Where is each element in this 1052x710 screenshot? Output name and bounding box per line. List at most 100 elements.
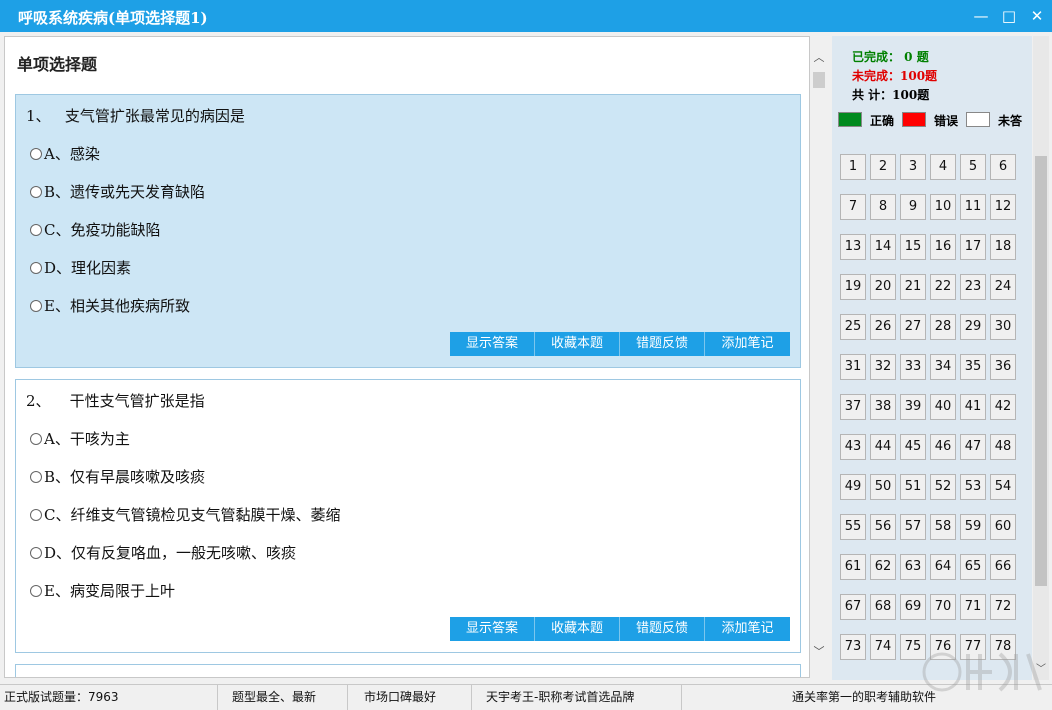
- radio-icon[interactable]: [30, 148, 42, 160]
- question-number-button[interactable]: 19: [840, 274, 866, 300]
- scroll-thumb[interactable]: [813, 72, 825, 88]
- question-number-button[interactable]: 53: [960, 474, 986, 500]
- question-number-button[interactable]: 70: [930, 594, 956, 620]
- favorite-button[interactable]: 收藏本题: [535, 332, 620, 356]
- question-number-button[interactable]: 14: [870, 234, 896, 260]
- maximize-button[interactable]: □: [996, 4, 1022, 28]
- add-note-button[interactable]: 添加笔记: [705, 332, 790, 356]
- close-button[interactable]: ✕: [1024, 4, 1050, 28]
- add-note-button[interactable]: 添加笔记: [705, 617, 790, 641]
- option-e[interactable]: E、相关其他疾病所致: [30, 295, 190, 316]
- question-number-button[interactable]: 18: [990, 234, 1016, 260]
- question-number-button[interactable]: 42: [990, 394, 1016, 420]
- question-number-button[interactable]: 57: [900, 514, 926, 540]
- question-number-button[interactable]: 25: [840, 314, 866, 340]
- option-b[interactable]: B、遗传或先天发育缺陷: [30, 181, 205, 202]
- question-number-button[interactable]: 6: [990, 154, 1016, 180]
- question-number-button[interactable]: 52: [930, 474, 956, 500]
- question-number-button[interactable]: 34: [930, 354, 956, 380]
- question-number-button[interactable]: 1: [840, 154, 866, 180]
- question-number-button[interactable]: 62: [870, 554, 896, 580]
- sidebar-scrollbar[interactable]: ﹀: [1033, 36, 1049, 680]
- question-number-button[interactable]: 45: [900, 434, 926, 460]
- question-number-button[interactable]: 71: [960, 594, 986, 620]
- question-number-button[interactable]: 55: [840, 514, 866, 540]
- question-number-button[interactable]: 4: [930, 154, 956, 180]
- radio-icon[interactable]: [30, 547, 42, 559]
- radio-icon[interactable]: [30, 262, 42, 274]
- report-error-button[interactable]: 错题反馈: [620, 617, 705, 641]
- radio-icon[interactable]: [30, 186, 42, 198]
- radio-icon[interactable]: [30, 300, 42, 312]
- question-number-button[interactable]: 2: [870, 154, 896, 180]
- question-number-button[interactable]: 50: [870, 474, 896, 500]
- question-number-button[interactable]: 28: [930, 314, 956, 340]
- question-number-button[interactable]: 20: [870, 274, 896, 300]
- show-answer-button[interactable]: 显示答案: [450, 617, 535, 641]
- question-number-button[interactable]: 73: [840, 634, 866, 660]
- question-number-button[interactable]: 26: [870, 314, 896, 340]
- question-number-button[interactable]: 29: [960, 314, 986, 340]
- question-number-button[interactable]: 60: [990, 514, 1016, 540]
- question-number-button[interactable]: 27: [900, 314, 926, 340]
- question-number-button[interactable]: 56: [870, 514, 896, 540]
- question-number-button[interactable]: 54: [990, 474, 1016, 500]
- question-number-button[interactable]: 22: [930, 274, 956, 300]
- scroll-down-icon[interactable]: ﹀: [812, 644, 826, 660]
- question-number-button[interactable]: 68: [870, 594, 896, 620]
- radio-icon[interactable]: [30, 224, 42, 236]
- question-number-button[interactable]: 58: [930, 514, 956, 540]
- question-number-button[interactable]: 74: [870, 634, 896, 660]
- question-number-button[interactable]: 72: [990, 594, 1016, 620]
- question-number-button[interactable]: 39: [900, 394, 926, 420]
- question-number-button[interactable]: 5: [960, 154, 986, 180]
- question-number-button[interactable]: 7: [840, 194, 866, 220]
- question-number-button[interactable]: 40: [930, 394, 956, 420]
- question-number-button[interactable]: 32: [870, 354, 896, 380]
- question-number-button[interactable]: 9: [900, 194, 926, 220]
- radio-icon[interactable]: [30, 585, 42, 597]
- favorite-button[interactable]: 收藏本题: [535, 617, 620, 641]
- question-number-button[interactable]: 16: [930, 234, 956, 260]
- question-number-button[interactable]: 23: [960, 274, 986, 300]
- question-number-button[interactable]: 37: [840, 394, 866, 420]
- question-number-button[interactable]: 11: [960, 194, 986, 220]
- show-answer-button[interactable]: 显示答案: [450, 332, 535, 356]
- question-number-button[interactable]: 3: [900, 154, 926, 180]
- question-number-button[interactable]: 35: [960, 354, 986, 380]
- question-number-button[interactable]: 13: [840, 234, 866, 260]
- radio-icon[interactable]: [30, 471, 42, 483]
- radio-icon[interactable]: [30, 509, 42, 521]
- minimize-button[interactable]: —: [968, 4, 994, 28]
- question-number-button[interactable]: 66: [990, 554, 1016, 580]
- question-number-button[interactable]: 46: [930, 434, 956, 460]
- question-number-button[interactable]: 10: [930, 194, 956, 220]
- option-e[interactable]: E、病变局限于上叶: [30, 580, 175, 601]
- question-number-button[interactable]: 64: [930, 554, 956, 580]
- report-error-button[interactable]: 错题反馈: [620, 332, 705, 356]
- radio-icon[interactable]: [30, 433, 42, 445]
- question-number-button[interactable]: 12: [990, 194, 1016, 220]
- option-c[interactable]: C、免疫功能缺陷: [30, 219, 160, 240]
- question-number-button[interactable]: 47: [960, 434, 986, 460]
- question-number-button[interactable]: 30: [990, 314, 1016, 340]
- question-number-button[interactable]: 63: [900, 554, 926, 580]
- option-a[interactable]: A、干咳为主: [30, 428, 130, 449]
- question-number-button[interactable]: 38: [870, 394, 896, 420]
- question-number-button[interactable]: 15: [900, 234, 926, 260]
- question-number-button[interactable]: 41: [960, 394, 986, 420]
- question-number-button[interactable]: 24: [990, 274, 1016, 300]
- option-d[interactable]: D、理化因素: [30, 257, 131, 278]
- question-number-button[interactable]: 69: [900, 594, 926, 620]
- option-b[interactable]: B、仅有早晨咳嗽及咳痰: [30, 466, 205, 487]
- scroll-thumb[interactable]: [1035, 156, 1047, 586]
- option-c[interactable]: C、纤维支气管镜检见支气管黏膜干燥、萎缩: [30, 504, 340, 525]
- question-number-button[interactable]: 33: [900, 354, 926, 380]
- question-number-button[interactable]: 36: [990, 354, 1016, 380]
- question-number-button[interactable]: 21: [900, 274, 926, 300]
- question-number-button[interactable]: 51: [900, 474, 926, 500]
- question-number-button[interactable]: 59: [960, 514, 986, 540]
- question-number-button[interactable]: 44: [870, 434, 896, 460]
- question-number-button[interactable]: 48: [990, 434, 1016, 460]
- question-number-button[interactable]: 49: [840, 474, 866, 500]
